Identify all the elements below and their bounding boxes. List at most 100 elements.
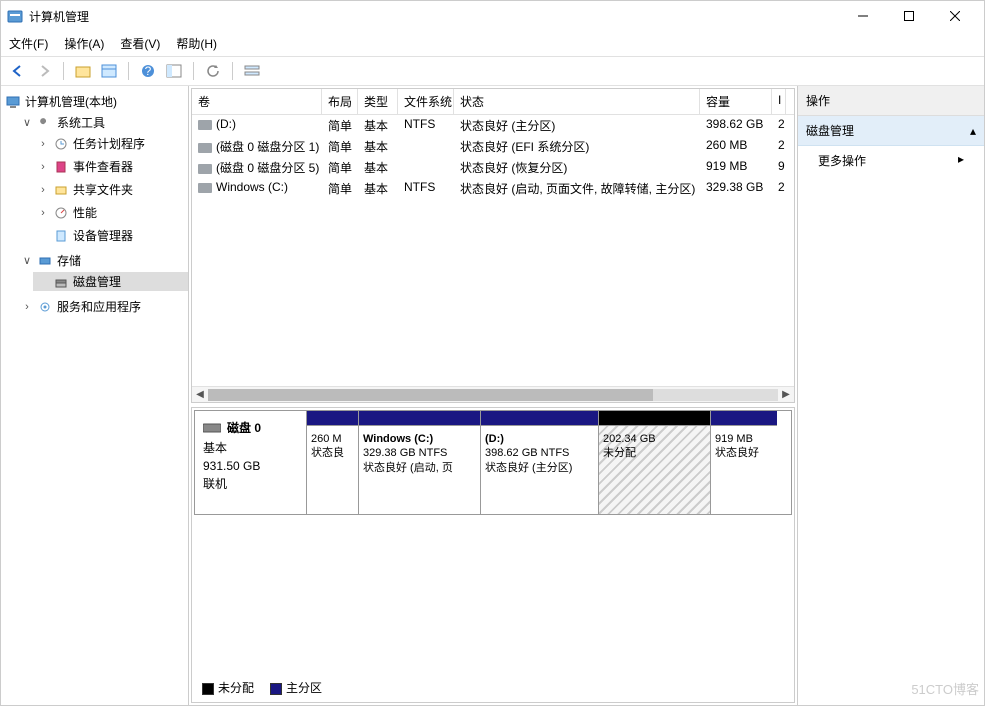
col-filesystem[interactable]: 文件系统 — [398, 89, 454, 114]
twisty-closed-icon[interactable]: › — [37, 207, 49, 219]
forward-icon[interactable] — [33, 60, 55, 82]
disk-layout: 磁盘 0 基本 931.50 GB 联机 260 M状态良Windows (C:… — [191, 407, 795, 703]
main-panel: 卷 布局 类型 文件系统 状态 容量 I (D:)简单基本NTFS状态良好 (主… — [189, 86, 798, 705]
disk-type: 基本 — [203, 439, 298, 457]
tree-label: 任务计划程序 — [73, 135, 145, 152]
volume-row[interactable]: (D:)简单基本NTFS状态良好 (主分区)398.62 GB2 — [192, 115, 794, 136]
col-free[interactable]: I — [772, 89, 786, 114]
maximize-button[interactable] — [886, 1, 932, 31]
partition[interactable]: (D:)398.62 GB NTFS状态良好 (主分区) — [481, 411, 599, 514]
menu-file[interactable]: 文件(F) — [9, 35, 48, 52]
tree-storage[interactable]: ∨ 存储 — [17, 251, 188, 270]
twisty-closed-icon[interactable]: › — [21, 301, 33, 313]
menu-action[interactable]: 操作(A) — [64, 35, 104, 52]
scroll-right-icon[interactable]: ▶ — [778, 389, 794, 400]
menubar: 文件(F) 操作(A) 查看(V) 帮助(H) — [1, 31, 984, 56]
twisty-closed-icon[interactable]: › — [37, 184, 49, 196]
partition-area: 260 M状态良Windows (C:)329.38 GB NTFS状态良好 (… — [307, 411, 791, 514]
col-layout[interactable]: 布局 — [322, 89, 358, 114]
partition-body: (D:)398.62 GB NTFS状态良好 (主分区) — [481, 425, 598, 514]
tree-root[interactable]: 计算机管理(本地) — [1, 92, 188, 111]
menu-help[interactable]: 帮助(H) — [176, 35, 217, 52]
partition[interactable]: 202.34 GB未分配 — [599, 411, 711, 514]
col-status[interactable]: 状态 — [454, 89, 700, 114]
tree-label: 事件查看器 — [73, 158, 133, 175]
folder-icon[interactable] — [72, 60, 94, 82]
partition-header — [359, 411, 480, 425]
partition-body: 202.34 GB未分配 — [599, 425, 710, 514]
book-icon — [53, 159, 69, 175]
actions-group[interactable]: 磁盘管理 ▴ — [798, 116, 984, 146]
volume-row[interactable]: Windows (C:)简单基本NTFS状态良好 (启动, 页面文件, 故障转储… — [192, 178, 794, 199]
storage-icon — [37, 253, 53, 269]
nav-tree: 计算机管理(本地) ∨ 系统工具 › 任务计划程序 › 事件查看器 › 共享文件夹 — [1, 86, 189, 705]
twisty-open-icon[interactable]: ∨ — [21, 116, 33, 129]
window-title: 计算机管理 — [29, 8, 840, 25]
tree-task-scheduler[interactable]: › 任务计划程序 — [33, 134, 188, 153]
svg-text:?: ? — [145, 64, 152, 78]
volume-row[interactable]: (磁盘 0 磁盘分区 5)简单基本状态良好 (恢复分区)919 MB9 — [192, 157, 794, 178]
computer-icon — [5, 94, 21, 110]
volume-icon — [198, 183, 212, 193]
close-button[interactable] — [932, 1, 978, 31]
col-capacity[interactable]: 容量 — [700, 89, 772, 114]
tree-label: 共享文件夹 — [73, 181, 133, 198]
tree-disk-management[interactable]: 磁盘管理 — [33, 272, 188, 291]
refresh-icon[interactable] — [202, 60, 224, 82]
back-icon[interactable] — [7, 60, 29, 82]
tree-event-viewer[interactable]: › 事件查看器 — [33, 157, 188, 176]
tree-label: 设备管理器 — [73, 227, 133, 244]
minimize-button[interactable] — [840, 1, 886, 31]
tree-label: 性能 — [73, 204, 97, 221]
volume-rows: (D:)简单基本NTFS状态良好 (主分区)398.62 GB2(磁盘 0 磁盘… — [192, 115, 794, 386]
actions-pane: 操作 磁盘管理 ▴ 更多操作 ▸ — [798, 86, 984, 705]
disk-drive-icon — [203, 422, 221, 434]
volume-header: 卷 布局 类型 文件系统 状态 容量 I — [192, 89, 794, 115]
volume-list: 卷 布局 类型 文件系统 状态 容量 I (D:)简单基本NTFS状态良好 (主… — [191, 88, 795, 403]
collapse-icon[interactable]: ▴ — [970, 124, 976, 138]
tree-system-tools[interactable]: ∨ 系统工具 — [17, 113, 188, 132]
toolbar: ? — [1, 56, 984, 86]
actions-more[interactable]: 更多操作 ▸ — [798, 146, 984, 175]
col-type[interactable]: 类型 — [358, 89, 398, 114]
disk-status: 联机 — [203, 475, 298, 493]
tree-label: 磁盘管理 — [73, 273, 121, 290]
partition[interactable]: 260 M状态良 — [307, 411, 359, 514]
list-icon[interactable] — [241, 60, 263, 82]
twisty-closed-icon[interactable]: › — [37, 161, 49, 173]
volume-icon — [198, 143, 212, 153]
twisty-open-icon[interactable]: ∨ — [21, 254, 33, 267]
menu-view[interactable]: 查看(V) — [120, 35, 160, 52]
device-icon — [53, 228, 69, 244]
volume-row[interactable]: (磁盘 0 磁盘分区 1)简单基本状态良好 (EFI 系统分区)260 MB2 — [192, 136, 794, 157]
app-icon — [7, 8, 23, 24]
disk-info[interactable]: 磁盘 0 基本 931.50 GB 联机 — [195, 411, 307, 514]
clock-icon — [53, 136, 69, 152]
disk-name: 磁盘 0 — [227, 419, 261, 437]
tree-shared-folders[interactable]: › 共享文件夹 — [33, 180, 188, 199]
twisty-closed-icon[interactable]: › — [37, 138, 49, 150]
partition[interactable]: Windows (C:)329.38 GB NTFS状态良好 (启动, 页 — [359, 411, 481, 514]
col-volume[interactable]: 卷 — [192, 89, 322, 114]
tree-label: 存储 — [57, 252, 81, 269]
view-icon[interactable] — [98, 60, 120, 82]
tree-root-label: 计算机管理(本地) — [25, 93, 117, 110]
tree-performance[interactable]: › 性能 — [33, 203, 188, 222]
actions-more-label: 更多操作 — [818, 152, 866, 169]
chevron-right-icon: ▸ — [958, 152, 964, 169]
content: 计算机管理(本地) ∨ 系统工具 › 任务计划程序 › 事件查看器 › 共享文件夹 — [1, 86, 984, 705]
partition[interactable]: 919 MB状态良好 — [711, 411, 777, 514]
perf-icon — [53, 205, 69, 221]
disk-row: 磁盘 0 基本 931.50 GB 联机 260 M状态良Windows (C:… — [194, 410, 792, 515]
help-icon[interactable]: ? — [137, 60, 159, 82]
legend-primary: 主分区 — [270, 679, 322, 696]
pane-icon[interactable] — [163, 60, 185, 82]
tree-services-apps[interactable]: › 服务和应用程序 — [17, 297, 188, 316]
scroll-left-icon[interactable]: ◀ — [192, 389, 208, 400]
tree-device-manager[interactable]: 设备管理器 — [33, 226, 188, 245]
horizontal-scrollbar[interactable]: ◀ ▶ — [192, 386, 794, 402]
volume-icon — [198, 164, 212, 174]
watermark: 51CTO博客 — [911, 679, 979, 698]
legend: 未分配 主分区 — [194, 675, 792, 700]
partition-body: 260 M状态良 — [307, 425, 358, 514]
